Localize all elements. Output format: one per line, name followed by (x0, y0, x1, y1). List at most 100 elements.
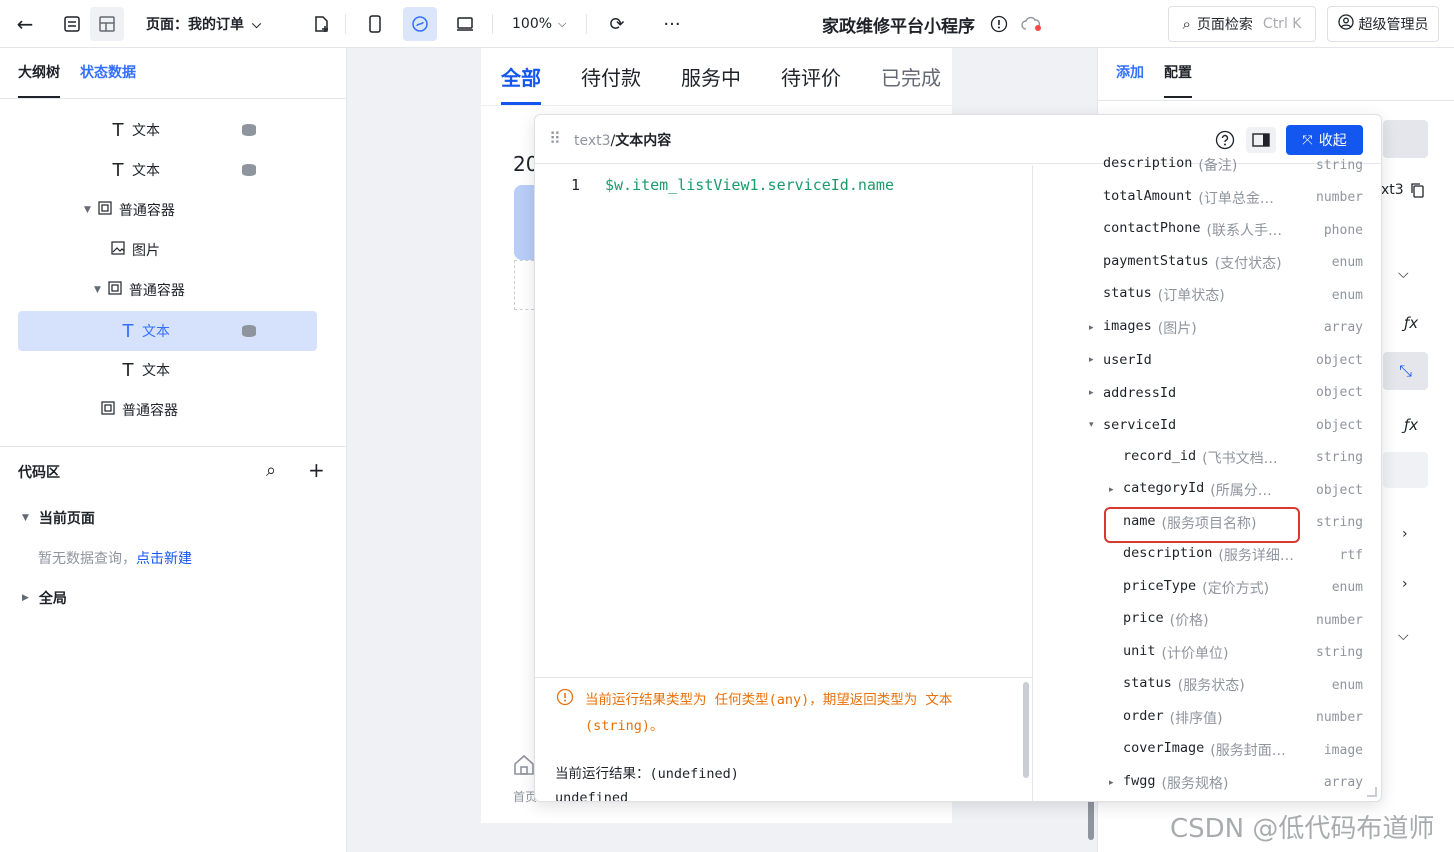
canvas-scrollbar[interactable] (1088, 796, 1094, 840)
watermark: CSDN @低代码布道师 (1170, 814, 1435, 844)
field-row[interactable]: priceType (定价方式) enum (1033, 572, 1381, 604)
tree-node-text[interactable]: T 文本 (18, 110, 317, 150)
back-arrow-icon[interactable]: ← (10, 0, 40, 48)
tab-outline-tree[interactable]: 大纲树 (18, 48, 60, 98)
create-query-link[interactable]: 点击新建 (136, 551, 192, 567)
tab-add[interactable]: 添加 (1116, 48, 1144, 98)
cloud-sync-icon[interactable] (1020, 0, 1044, 48)
tab-completed[interactable]: 已完成 (881, 62, 941, 91)
caret-right-icon[interactable]: ▸ (1109, 778, 1114, 788)
line-number: 1 (571, 176, 581, 194)
field-description: (服务封面… (1210, 743, 1286, 759)
caret-right-icon[interactable]: ▸ (1109, 485, 1114, 495)
field-row[interactable]: record_id (飞书文档… string (1033, 442, 1381, 474)
chevron-right-icon[interactable]: › (1402, 576, 1408, 592)
field-type: object (1316, 482, 1363, 498)
desktop-preview-icon[interactable] (448, 7, 482, 41)
page-selector[interactable]: 页面：我的订单 ⌵ (146, 0, 261, 48)
field-row[interactable]: description (服务详细… rtf (1033, 539, 1381, 571)
drag-handle-icon[interactable]: ⠿ (549, 129, 561, 148)
tree-node-image[interactable]: 图片 (18, 230, 317, 270)
field-row[interactable]: coverImage (服务封面… image (1033, 734, 1381, 766)
tree-node-container[interactable]: ▼ 普通容器 (18, 270, 317, 310)
code-line[interactable]: $w.item_listView1.serviceId.name (605, 176, 894, 194)
fx-icon[interactable]: ƒx (1404, 416, 1418, 434)
result-scrollbar[interactable] (1023, 682, 1029, 778)
field-row[interactable]: status (服务状态) enum (1033, 669, 1381, 701)
caret-right-icon[interactable]: ▸ (1089, 355, 1094, 365)
caret-right-icon[interactable]: ▸ (1089, 323, 1094, 333)
config-input-partial[interactable] (1383, 120, 1428, 158)
field-row[interactable]: contactPhone (联系人手… phone (1033, 214, 1381, 246)
page-search-button[interactable]: ⌕ 页面检索 Ctrl K (1168, 6, 1316, 42)
copy-icon[interactable] (1410, 182, 1426, 202)
tab-in-service[interactable]: 服务中 (681, 62, 741, 91)
caret-down-icon: ▼ (22, 513, 29, 523)
chevron-down-icon[interactable]: ⌵ (1398, 266, 1409, 282)
chevron-down-icon[interactable]: ⌵ (1398, 628, 1409, 644)
tree-node-container[interactable]: ▼ 普通容器 (18, 190, 317, 230)
tree-node-text-selected[interactable]: T 文本 (18, 311, 317, 351)
tab-all[interactable]: 全部 (501, 62, 541, 91)
caret-down-icon[interactable]: ▾ (1089, 420, 1094, 430)
user-menu-button[interactable]: 超级管理员 (1327, 6, 1439, 42)
caret-down-icon[interactable]: ▼ (84, 205, 91, 215)
layout-view-icon[interactable] (90, 7, 124, 41)
tree-node-text[interactable]: T 文本 (18, 150, 317, 190)
tab-to-review[interactable]: 待评价 (781, 62, 841, 91)
field-row[interactable]: ▾ serviceId object (1033, 409, 1381, 441)
field-row[interactable]: status (订单状态) enum (1033, 279, 1381, 311)
fx-icon[interactable]: ƒx (1404, 314, 1418, 332)
field-row[interactable]: totalAmount (订单总金… number (1033, 182, 1381, 214)
field-description: (服务详细… (1218, 548, 1294, 564)
current-page-group[interactable]: ▼ 当前页面 (22, 508, 95, 528)
global-label: 全局 (38, 591, 67, 607)
field-type: object (1316, 352, 1363, 368)
field-name: totalAmount (1103, 187, 1193, 204)
field-name: unit (1123, 642, 1156, 659)
info-icon[interactable] (989, 0, 1009, 48)
tab-pending-payment[interactable]: 待付款 (581, 62, 641, 91)
field-type: object (1316, 385, 1363, 400)
field-label: status (订单状态) (1103, 285, 1225, 305)
field-type: image (1323, 742, 1363, 758)
document-view-icon[interactable] (55, 7, 89, 41)
field-label: priceType (定价方式) (1123, 578, 1269, 598)
field-row[interactable]: paymentStatus (支付状态) enum (1033, 247, 1381, 279)
right-tabs: 添加 配置 (1116, 48, 1192, 98)
resize-handle-icon[interactable] (1367, 787, 1377, 797)
miniprogram-preview-icon[interactable] (403, 7, 437, 41)
field-row[interactable]: order (排序值) number (1033, 702, 1381, 734)
add-page-icon[interactable] (310, 0, 332, 48)
global-group[interactable]: ▶ 全局 (22, 588, 67, 608)
zoom-selector[interactable]: 100% ⌵ (512, 0, 566, 48)
field-row[interactable]: ▸ fwgg (服务规格) array (1033, 767, 1381, 799)
field-row[interactable]: ▸ images (图片) array (1033, 312, 1381, 344)
add-icon[interactable]: + (308, 458, 325, 482)
field-row[interactable]: ▸ addressId object (1033, 377, 1381, 409)
mobile-preview-icon[interactable] (358, 7, 392, 41)
tree-node-container[interactable]: 普通容器 (18, 390, 317, 430)
field-description: (订单总金… (1198, 190, 1274, 207)
config-select-partial[interactable] (1383, 452, 1428, 488)
field-row[interactable]: ▸ userId object (1033, 344, 1381, 376)
more-icon[interactable]: ··· (660, 0, 684, 48)
tab-config[interactable]: 配置 (1164, 48, 1192, 98)
tree-node-text[interactable]: T 文本 (18, 350, 317, 390)
field-type: object (1316, 417, 1363, 433)
field-row[interactable]: unit (计价单位) string (1033, 637, 1381, 669)
tree-node-label: 普通容器 (122, 403, 178, 419)
field-row[interactable]: ▸ categoryId (所属分… object (1033, 474, 1381, 506)
tab-state-data[interactable]: 状态数据 (80, 48, 136, 98)
field-type: enum (1331, 677, 1363, 693)
field-row[interactable]: description (备注) string (1033, 149, 1381, 181)
caret-down-icon[interactable]: ▼ (94, 285, 101, 295)
component-id-partial: xt3 (1381, 182, 1404, 198)
caret-right-icon[interactable]: ▸ (1089, 388, 1094, 398)
code-editor[interactable]: 1 $w.item_listView1.serviceId.name (535, 165, 1032, 677)
expand-editor-button[interactable]: ⤡ (1383, 352, 1428, 390)
search-icon[interactable]: ⌕ (266, 460, 276, 481)
chevron-right-icon[interactable]: › (1402, 526, 1408, 542)
refresh-icon[interactable]: ⟳ (606, 0, 628, 48)
field-row[interactable]: price (价格) number (1033, 604, 1381, 636)
